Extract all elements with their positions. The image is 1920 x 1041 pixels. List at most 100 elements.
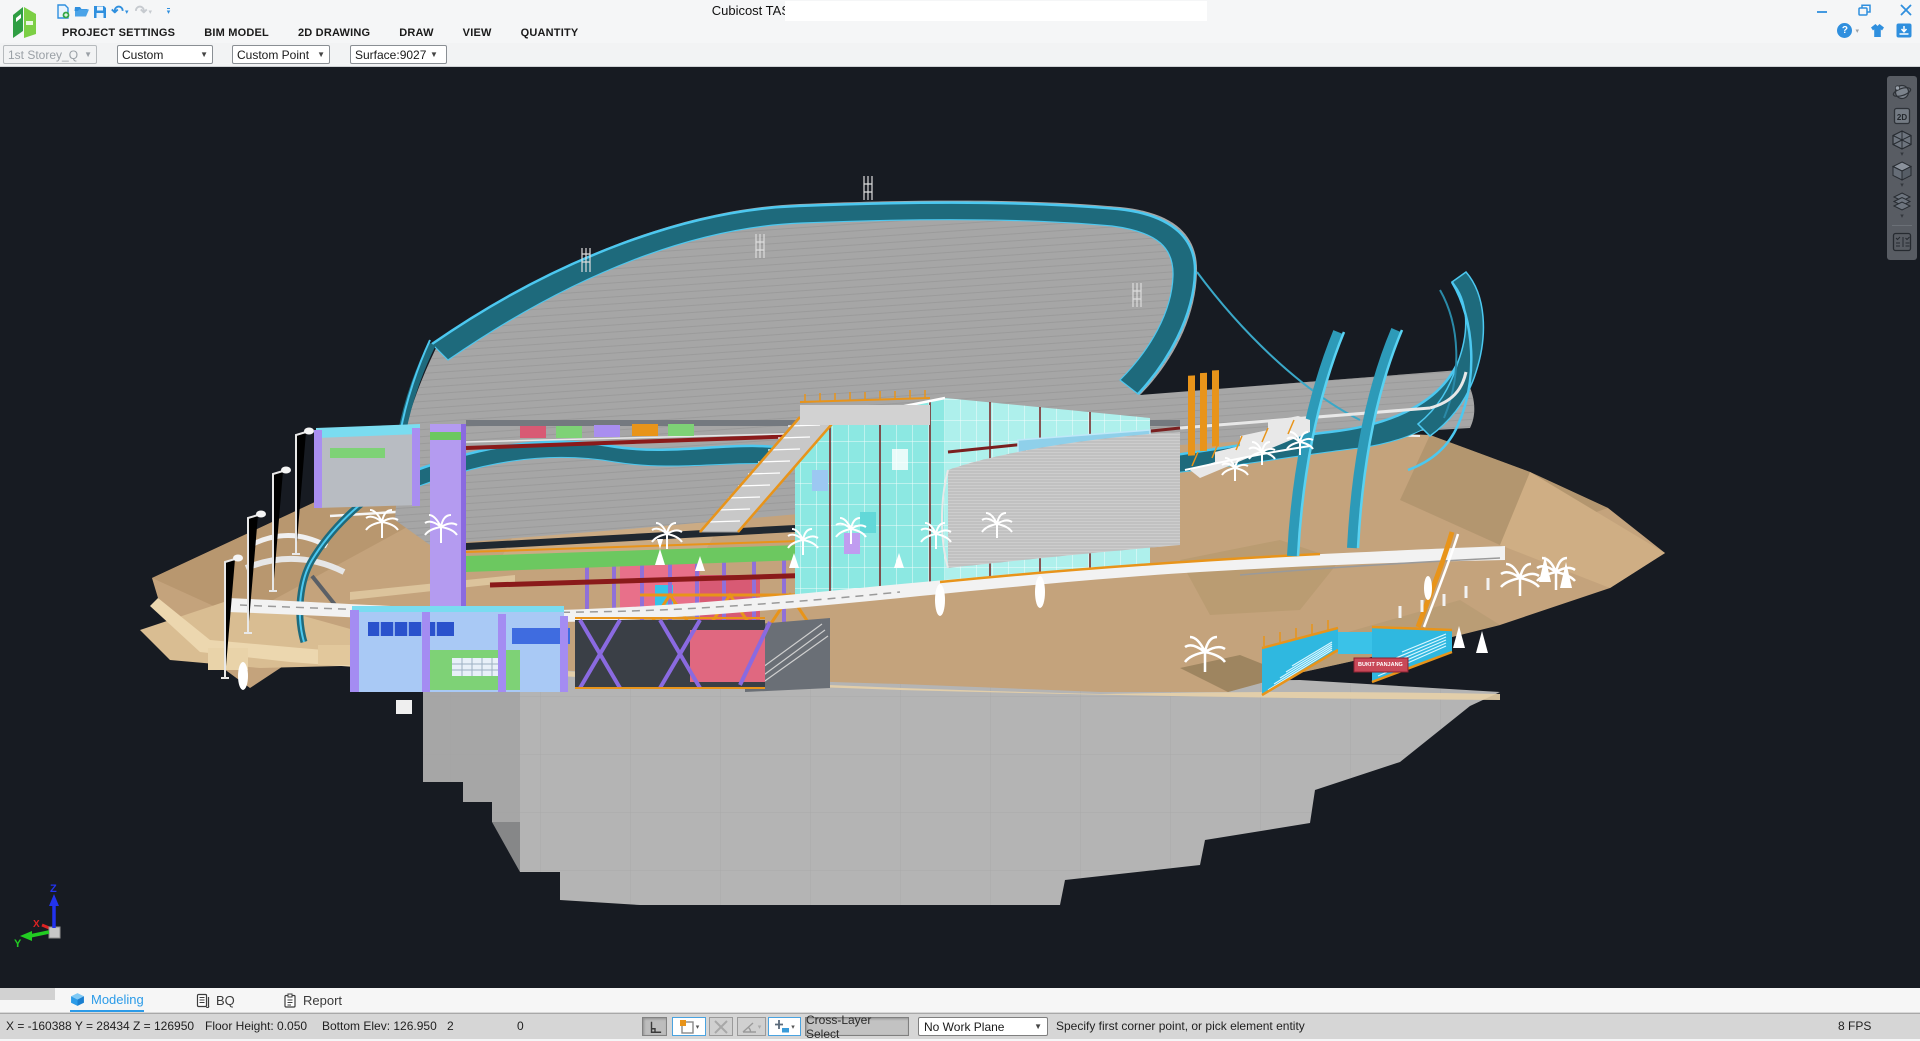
wireframe-view-caret[interactable]: ▾ [1900,152,1904,159]
point-snap-icon [774,1019,790,1034]
axis-z-label: Z [50,883,57,895]
angle-snap-caret: ▾ [758,1023,762,1031]
tab-report-label: Report [303,993,342,1008]
view-toolbar: 2D ▾ ▾ ▾ [1887,76,1917,260]
bottom-elev-readout: Bottom Elev: 126.950 [322,1019,437,1033]
report-clipboard-icon [283,993,297,1008]
tabbar-corner [0,988,55,1000]
wireframe-view-button[interactable] [1889,128,1915,152]
window-title: Cubicost TAS [600,3,790,18]
restore-button[interactable] [1856,2,1872,18]
axis-y-label: Y [14,938,22,950]
2d-view-icon: 2D [1892,106,1912,126]
region-snap-caret[interactable]: ▾ [696,1023,700,1031]
floor-selector[interactable]: 1st Storey_Q▼ [3,45,97,64]
help-icon: ? [1837,23,1852,38]
undo-caret[interactable]: ▾ [125,8,129,16]
menu-bim-model[interactable]: BIM MODEL [204,27,269,39]
bim-3d-scene: bukitpanjang hawker center & market [0,67,1920,988]
angle-snap-icon [742,1020,757,1034]
point-snap-button[interactable]: ▾ [768,1017,801,1036]
work-plane-selector[interactable]: No Work Plane▼ [918,1017,1048,1036]
layers-view-caret[interactable]: ▾ [1900,214,1904,221]
ortho-snap-button[interactable] [642,1017,667,1036]
cursor-coordinates: X = -160388 Y = 28434 Z = 126950 [6,1019,194,1033]
view-toolbar-divider [1892,225,1912,226]
model-viewport[interactable]: bukitpanjang hawker center & market [0,67,1920,988]
open-folder-icon [74,5,89,18]
menu-draw[interactable]: DRAW [399,27,433,39]
category-selector[interactable]: Custom▼ [117,45,213,64]
tab-bq[interactable]: BQ [196,988,235,1012]
undo-icon: ↶ [111,4,124,19]
customize-toolbar-button[interactable]: ▾ [160,4,177,20]
tab-bq-label: BQ [216,993,235,1008]
tab-modeling-label: Modeling [91,992,144,1007]
minimize-button[interactable] [1814,2,1830,18]
title-blank-field [785,1,1207,21]
shaded-view-caret[interactable]: ▾ [1900,183,1904,190]
menu-quantity[interactable]: QUANTITY [521,27,579,39]
bottom-tab-bar: Modeling BQ Report [0,988,1920,1013]
new-file-button[interactable] [55,4,72,20]
shaded-view-button[interactable] [1889,159,1915,183]
undo-button[interactable]: ↶ [109,4,126,20]
orbit-icon [1892,82,1912,102]
redo-caret: ▾ [149,8,153,16]
cross-layer-select-button[interactable]: Cross-Layer Select [805,1017,909,1036]
quick-access-toolbar: ↶ ▾ ↷ ▾ ▾ [55,3,178,20]
ortho-snap-icon [648,1020,662,1034]
point-snap-caret[interactable]: ▾ [791,1023,795,1031]
customize-toolbar-icon: ▾ [167,8,171,15]
command-prompt: Specify first corner point, or pick elem… [1056,1019,1305,1033]
menu-bar: PROJECT SETTINGS BIM MODEL 2D DRAWING DR… [0,22,1920,43]
new-file-icon [57,4,70,19]
fps-readout: 8 FPS [1838,1019,1871,1033]
menu-project-settings[interactable]: PROJECT SETTINGS [62,27,175,39]
redo-button[interactable]: ↷ [133,4,150,20]
close-button[interactable] [1898,2,1914,18]
wireframe-cube-icon [1891,129,1913,151]
window-controls [1814,2,1914,18]
lower-left-building[interactable] [350,606,770,692]
theme-skin-button[interactable] [1869,23,1886,38]
orbit-view-button[interactable] [1889,80,1915,104]
title-bar: ◢ ↶ ▾ ↷ ▾ [0,0,1920,22]
count-a-readout: 2 [447,1019,454,1033]
app-logo-icon[interactable] [10,3,40,41]
ground-sign: BUKIT PANJANG [1354,658,1408,672]
shaded-cube-icon [1891,160,1913,182]
region-snap-button[interactable]: ▾ [672,1017,706,1036]
display-settings-icon [1891,231,1913,253]
save-button[interactable] [91,4,108,20]
count-b-readout: 0 [517,1019,524,1033]
angle-snap-button[interactable]: ▾ [737,1017,766,1036]
selection-toolbar: 1st Storey_Q▼ Custom▼ Custom Point▼ Surf… [0,43,1920,67]
2d-view-button[interactable]: 2D [1889,104,1915,128]
menu-2d-drawing[interactable]: 2D DRAWING [298,27,370,39]
display-settings-button[interactable] [1889,230,1915,254]
tab-modeling[interactable]: Modeling [70,988,144,1012]
open-file-button[interactable] [73,4,90,20]
modeling-cube-icon [70,992,85,1007]
region-snap-icon [679,1019,695,1035]
help-button[interactable]: ? ▾ [1837,23,1859,38]
intersection-snap-button[interactable] [709,1017,733,1036]
menu-view[interactable]: VIEW [463,27,492,39]
download-update-button[interactable] [1896,23,1912,38]
layers-view-button[interactable] [1889,190,1915,214]
redo-icon: ↷ [135,4,148,19]
bq-document-icon [196,993,210,1008]
status-bar: X = -160388 Y = 28434 Z = 126950 Floor H… [0,1013,1920,1039]
tab-report[interactable]: Report [283,988,342,1012]
floor-height-readout: Floor Height: 0.050 [205,1019,307,1033]
save-icon [93,5,107,19]
axis-x-label: X [33,919,40,930]
surface-selector[interactable]: Surface:90272▼ [350,45,447,64]
2d-view-label: 2D [1897,113,1907,122]
layers-icon [1891,191,1913,213]
help-caret[interactable]: ▾ [1855,27,1859,35]
ground-sign-text: BUKIT PANJANG [1358,662,1403,668]
intersection-snap-icon [714,1020,728,1034]
element-type-selector[interactable]: Custom Point▼ [232,45,330,64]
